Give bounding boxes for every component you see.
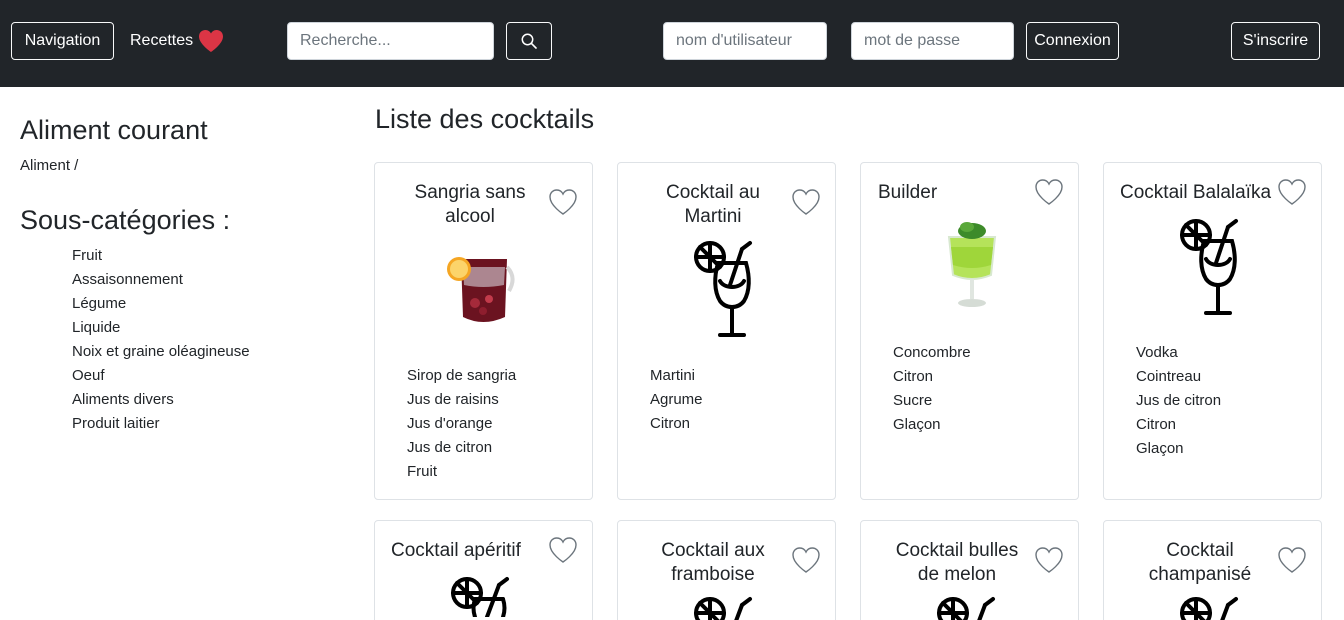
ingredient-item: Citron <box>650 415 691 432</box>
subcategory-item[interactable]: Oeuf <box>72 364 250 388</box>
subcategory-item[interactable]: Fruit <box>72 244 250 268</box>
cocktail-title: Cocktail Balalaïka <box>1120 181 1300 205</box>
cocktail-title: Cocktail apéritif <box>391 539 551 563</box>
cocktail-card[interactable]: Cocktail aux framboise <box>617 520 836 620</box>
recipes-link-label: Recettes <box>130 32 194 49</box>
ingredient-item: Sirop de sangria <box>407 367 517 384</box>
recipes-link[interactable]: Recettes <box>130 26 225 56</box>
search-icon <box>521 33 537 49</box>
ingredient-list: Vodka Cointreau Jus de citron Citron Gla… <box>1136 341 1221 461</box>
current-food-title: Aliment courant <box>20 115 208 145</box>
heart-outline-icon[interactable] <box>1034 546 1064 574</box>
favorite-heart-icon <box>199 30 224 52</box>
cocktail-glass-icon <box>451 577 509 617</box>
subcategory-item[interactable]: Aliments divers <box>72 388 250 412</box>
ingredient-item: Sucre <box>893 392 933 409</box>
page-title: Liste des cocktails <box>375 104 595 134</box>
cocktail-title-line: Cocktail bulles <box>895 540 1019 561</box>
cocktail-title-line: Builder <box>878 182 938 203</box>
cocktail-title-line: framboise <box>671 564 755 585</box>
ingredient-item: Fruit <box>407 463 437 480</box>
ingredient-item: Glaçon <box>893 416 941 433</box>
ingredient-item: Jus d'orange <box>407 415 493 432</box>
ingredient-item: Cointreau <box>1136 368 1202 385</box>
cocktail-title: Cocktail au Martini <box>638 181 788 229</box>
breadcrumb[interactable]: Aliment / <box>20 157 78 174</box>
subcategory-item[interactable]: Liquide <box>72 316 250 340</box>
ingredient-item: Vodka <box>1136 344 1178 361</box>
heart-outline-icon[interactable] <box>1034 178 1064 206</box>
subcategory-item[interactable]: Assaisonnement <box>72 268 250 292</box>
heart-outline-icon[interactable] <box>548 188 578 216</box>
subcategory-item[interactable]: Noix et graine oléagineuse <box>72 340 250 364</box>
cocktail-title-line: alcool <box>445 206 495 227</box>
ingredient-item: Citron <box>1136 416 1177 433</box>
heart-outline-icon[interactable] <box>1277 546 1307 574</box>
cocktail-title: Cocktail bulles de melon <box>881 539 1033 587</box>
cocktail-title-line: champanisé <box>1148 564 1252 585</box>
password-field[interactable] <box>851 22 1014 60</box>
subcategory-item[interactable]: Produit laitier <box>72 412 250 436</box>
navigation-button[interactable]: Navigation <box>11 22 114 60</box>
cocktail-title: Cocktail aux framboise <box>638 539 788 587</box>
cocktail-title-line: Cocktail apéritif <box>391 540 521 561</box>
cocktail-glass-icon <box>694 597 752 620</box>
cocktail-card[interactable]: Sangria sans alcool Sirop de sangria Jus… <box>374 162 593 500</box>
ingredient-item: Concombre <box>893 344 971 361</box>
cocktail-title-line: Martini <box>684 206 742 227</box>
ingredient-item: Agrume <box>650 391 703 408</box>
cocktail-title-line: Cocktail aux <box>661 540 765 561</box>
subcategories-title: Sous-catégories : <box>20 205 231 235</box>
cocktail-title-line: Cocktail au <box>666 182 760 203</box>
subcategory-item[interactable]: Légume <box>72 292 250 316</box>
cocktail-card[interactable]: Cocktail Balalaïka Vodka Cointreau Jus d… <box>1103 162 1322 500</box>
ingredient-list: Concombre Citron Sucre Glaçon <box>893 341 971 437</box>
search-input[interactable] <box>287 22 494 60</box>
cocktail-title-line: Cocktail <box>1166 540 1234 561</box>
login-button[interactable]: Connexion <box>1026 22 1119 60</box>
cocktail-title: Cocktail champanisé <box>1124 539 1276 587</box>
ingredient-list: Martini Agrume Citron <box>650 364 703 436</box>
heart-outline-icon[interactable] <box>548 536 578 564</box>
cocktail-title-line: Sangria sans <box>414 182 526 203</box>
ingredient-item: Glaçon <box>1136 440 1184 457</box>
ingredient-item: Martini <box>650 367 696 384</box>
cocktail-glass-icon <box>937 597 995 620</box>
heart-outline-icon[interactable] <box>791 546 821 574</box>
ingredient-item: Jus de raisins <box>407 391 499 408</box>
signup-button[interactable]: S'inscrire <box>1231 22 1320 60</box>
green-cocktail-photo <box>947 222 997 307</box>
username-field[interactable] <box>663 22 827 60</box>
cocktail-title-line: Cocktail Balalaïka <box>1120 182 1272 203</box>
cocktail-card[interactable]: Cocktail apéritif <box>374 520 593 620</box>
cocktail-card[interactable]: Builder Concombre Citron Sucre Glaçon <box>860 162 1079 500</box>
sangria-photo <box>447 257 515 322</box>
cocktail-card[interactable]: Cocktail bulles de melon <box>860 520 1079 620</box>
ingredient-list: Sirop de sangria Jus de raisins Jus d'or… <box>407 364 516 484</box>
subcategory-list: Fruit Assaisonnement Légume Liquide Noix… <box>72 244 250 436</box>
heart-outline-icon[interactable] <box>791 188 821 216</box>
top-navbar: Navigation Recettes Connexion S'inscrire <box>0 0 1344 87</box>
cocktail-glass-icon <box>1180 219 1238 315</box>
cocktail-card[interactable]: Cocktail au Martini Martini Agrume Citro… <box>617 162 836 500</box>
cocktail-title: Builder <box>878 181 1018 205</box>
search-button[interactable] <box>506 22 552 60</box>
cocktail-title-line: de melon <box>917 564 997 585</box>
ingredient-item: Jus de citron <box>407 439 493 456</box>
cocktail-glass-icon <box>694 241 752 337</box>
heart-outline-icon[interactable] <box>1277 178 1307 206</box>
cocktail-glass-icon <box>1180 597 1238 620</box>
ingredient-item: Citron <box>893 368 934 385</box>
ingredient-item: Jus de citron <box>1136 392 1222 409</box>
cocktail-title: Sangria sans alcool <box>395 181 545 229</box>
cocktail-card[interactable]: Cocktail champanisé <box>1103 520 1322 620</box>
